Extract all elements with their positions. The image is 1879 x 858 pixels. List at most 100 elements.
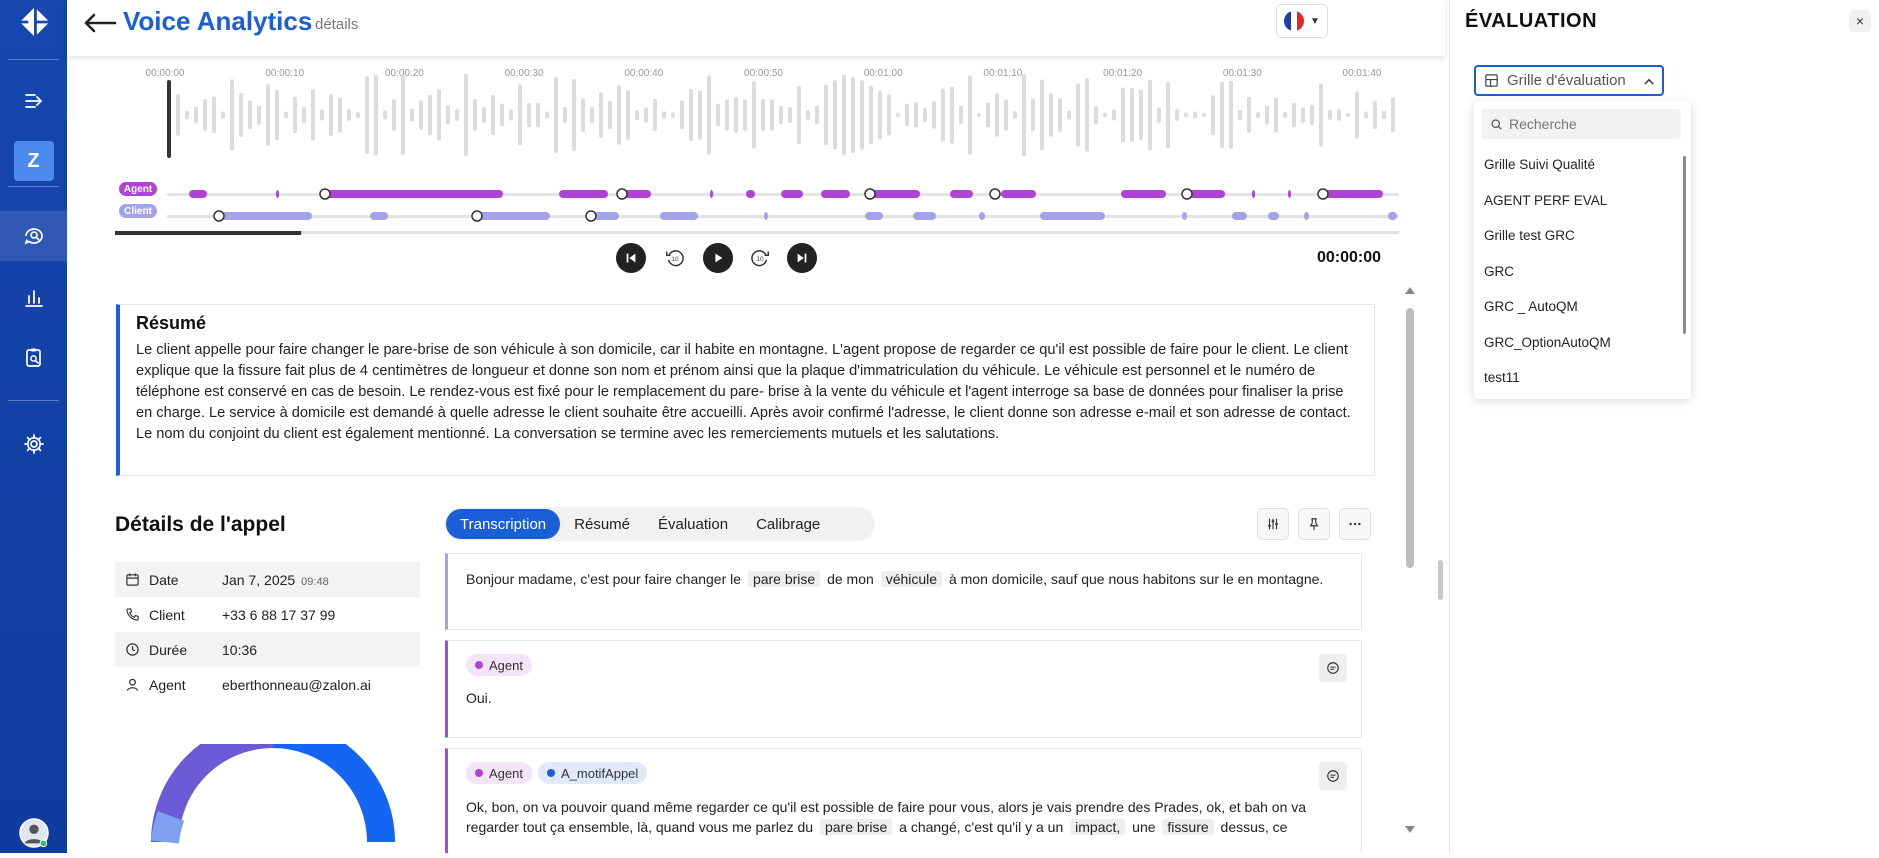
forward-10-icon[interactable]: 10 [745,243,775,273]
person-icon [115,677,149,692]
clipboard-search-icon[interactable] [0,333,67,383]
message-text: Oui. [448,681,1361,707]
waveform-bar [1049,92,1053,138]
skip-forward-icon[interactable] [787,243,817,273]
arrow-left-icon[interactable] [83,8,117,36]
waveform-bar [212,96,216,134]
tab-calibrage[interactable]: Calibrage [742,509,834,539]
chip-label: Agent [489,657,523,673]
waveform-bar [482,106,486,124]
sliders-icon[interactable] [1257,508,1289,540]
comment-icon[interactable] [1319,762,1347,790]
transcript-message-agent: Agent Oui. [445,640,1362,738]
speaker-chip: Agent [466,654,532,676]
waveform-bar [833,80,837,150]
language-selector[interactable]: ▼ [1276,4,1328,38]
agent-speech-segment [189,190,207,198]
waveform-bar [1103,112,1107,118]
waveform-bar [1202,112,1206,118]
dropdown-option[interactable]: GRC [1484,264,1514,279]
agent-speech-segment [1001,190,1036,198]
waveform-bar [851,76,855,154]
waveform-bar [995,93,999,137]
waveform-bar [374,74,378,156]
waveform-bar [266,83,270,147]
waveform-bar [1319,83,1323,147]
main-content: Voice Analytics détails ▼ 00:00:00 00:00:… [67,0,1449,853]
tab-evaluation[interactable]: Évaluation [644,509,742,539]
dropdown-option[interactable]: GRC_OptionAutoQM [1484,335,1611,350]
waveform-bar [626,90,630,140]
dropdown-option[interactable]: Grille Suivi Qualité [1484,157,1595,172]
waveform-bar [1229,80,1233,150]
comment-icon[interactable] [1319,654,1347,682]
tab-transcription[interactable]: Transcription [446,509,561,539]
waveform-bar [1220,81,1224,149]
dropdown-option[interactable]: test11 [1484,370,1520,385]
brand-logo-icon[interactable] [0,0,67,44]
message-fragment: de mon [823,571,878,587]
dropdown-option[interactable]: AGENT PERF EVAL [1484,193,1607,208]
pin-icon[interactable] [1298,508,1330,540]
waveform-bar [734,96,738,134]
rewind-10-icon[interactable]: 10 [660,243,690,273]
agent-marker [616,188,628,200]
waveform-bar [644,107,648,123]
evaluation-grid-select[interactable]: Grille d'évaluation [1474,65,1664,96]
waveform-bar [1031,98,1035,132]
waveform-bar [302,106,306,124]
progress-fill [115,231,302,235]
transcript-scrollbar[interactable] [1438,560,1443,600]
waveform-bar [221,111,225,119]
play-icon[interactable] [703,243,733,273]
workspace-avatar[interactable]: Z [0,136,67,186]
waveform-bar [446,105,450,125]
summary-title: Résumé [136,313,207,333]
detail-row-date: Date Jan 7, 2025 09:48 [115,562,420,597]
waveform-bar [356,112,360,118]
waveform-bar [572,78,576,152]
client-speech-segment [979,212,985,220]
waveform-bar [1292,102,1296,128]
waveform-bar [293,96,297,134]
sidebar-divider [8,400,59,401]
client-marker [471,210,483,222]
lane-label-agent: Agent [119,182,157,196]
transcript-list: Bonjour madame, c'est pour faire changer… [445,553,1405,853]
search-input[interactable] [1509,116,1669,132]
waveform-bar [608,100,612,130]
waveform-bar [392,99,396,131]
bar-chart-icon[interactable] [0,273,67,323]
message-fragment: Oui. [466,690,492,706]
chat-search-icon[interactable] [0,211,67,261]
expand-icon[interactable] [0,76,67,126]
agent-speech-segment [781,190,803,198]
close-icon[interactable]: × [1849,10,1871,32]
tab-resume[interactable]: Résumé [560,509,644,539]
waveform-bar [554,76,558,154]
sidebar: Z [0,0,67,853]
dropdown-scrollbar[interactable] [1683,156,1686,334]
waveform-bar [365,76,369,154]
more-icon[interactable] [1339,508,1371,540]
waveform-bar [500,103,504,127]
waveform-bar [1283,111,1287,119]
waveform-bar [203,99,207,131]
waveform-bar [1238,109,1242,121]
dropdown-option[interactable]: Grille test GRC [1484,228,1575,243]
message-chips: Agent [448,641,1361,681]
user-avatar-icon[interactable] [0,808,67,858]
audio-waveform[interactable] [67,60,1449,245]
gear-icon[interactable] [0,419,67,469]
agent-speech-segment [325,190,503,198]
page-scrollbar[interactable] [1403,284,1417,839]
waveform-bar [914,102,918,128]
waveform-bar [797,85,801,145]
transcript-message-agent: Agent A_motifAppel Ok, bon, on va pouvoir… [445,748,1362,853]
skip-back-icon[interactable] [616,243,646,273]
message-fragment: Bonjour madame, c'est pour faire changer… [466,571,745,587]
panel-title: ÉVALUATION [1465,10,1598,32]
speaker-chip: Agent [466,762,532,784]
dropdown-option[interactable]: GRC _ AutoQM [1484,299,1578,314]
waveform-bar [1373,100,1377,130]
